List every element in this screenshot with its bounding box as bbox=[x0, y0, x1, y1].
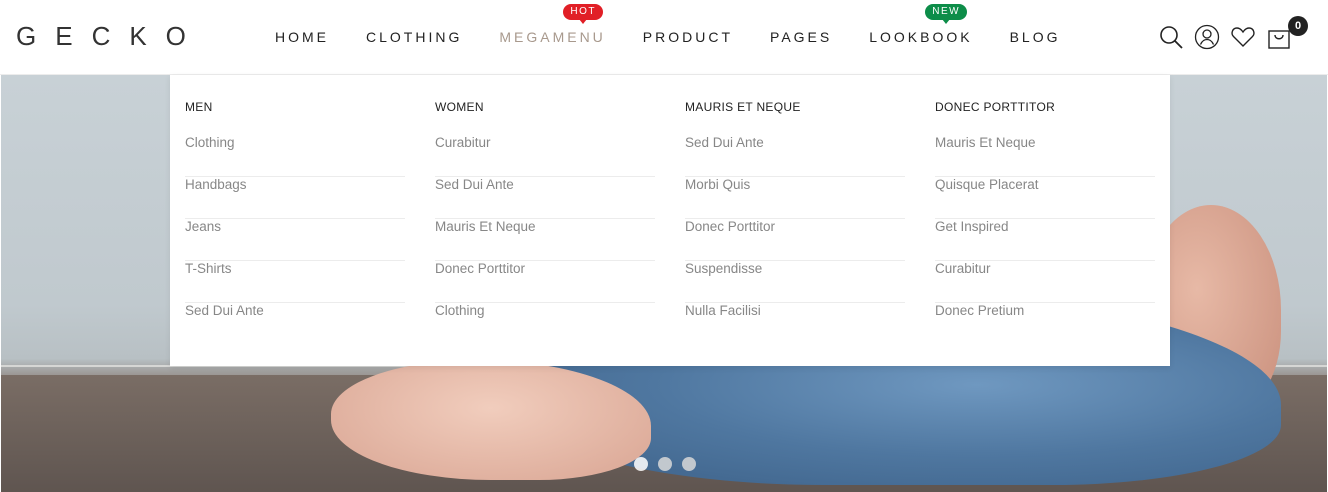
menu-link[interactable]: Get Inspired bbox=[935, 219, 1155, 261]
nav-blog-label: BLOG bbox=[1009, 29, 1061, 45]
menu-link[interactable]: Sed Dui Ante bbox=[685, 135, 905, 177]
menu-link[interactable]: Donec Porttitor bbox=[435, 261, 655, 303]
nav-blog[interactable]: BLOG bbox=[1010, 28, 1061, 48]
site-header: GECKO HOME CLOTHING MEGAMENU HOT PRODUCT… bbox=[0, 0, 1328, 75]
menu-link[interactable]: Clothing bbox=[185, 135, 405, 177]
megamenu-column-women: WOMEN Curabitur Sed Dui Ante Mauris Et N… bbox=[435, 99, 655, 345]
site-logo[interactable]: GECKO bbox=[16, 21, 205, 51]
column-links: Mauris Et Neque Quisque Placerat Get Ins… bbox=[935, 135, 1155, 345]
menu-link[interactable]: Curabitur bbox=[435, 135, 655, 177]
megamenu-dropdown: MEN Clothing Handbags Jeans T-Shirts Sed… bbox=[170, 75, 1170, 366]
nav-home[interactable]: HOME bbox=[275, 28, 329, 48]
column-links: Curabitur Sed Dui Ante Mauris Et Neque D… bbox=[435, 135, 655, 345]
menu-link[interactable]: Donec Porttitor bbox=[685, 219, 905, 261]
nav-home-label: HOME bbox=[275, 29, 329, 45]
main-nav: HOME CLOTHING MEGAMENU HOT PRODUCT PAGES… bbox=[275, 4, 1098, 48]
menu-link[interactable]: Nulla Facilisi bbox=[685, 303, 905, 345]
slider-dots bbox=[634, 457, 706, 471]
menu-link[interactable]: Mauris Et Neque bbox=[435, 219, 655, 261]
column-title: WOMEN bbox=[435, 100, 484, 114]
column-links: Clothing Handbags Jeans T-Shirts Sed Dui… bbox=[185, 135, 405, 345]
menu-link[interactable]: T-Shirts bbox=[185, 261, 405, 303]
new-badge: NEW bbox=[925, 4, 968, 24]
nav-pages-label: PAGES bbox=[770, 29, 833, 45]
nav-clothing[interactable]: CLOTHING bbox=[366, 28, 462, 48]
megamenu-column-donec: DONEC PORTTITOR Mauris Et Neque Quisque … bbox=[935, 99, 1155, 345]
cart-icon[interactable]: 0 bbox=[1266, 16, 1308, 50]
hot-badge: HOT bbox=[563, 4, 603, 24]
menu-link[interactable]: Curabitur bbox=[935, 261, 1155, 303]
user-icon[interactable] bbox=[1194, 24, 1220, 50]
nav-clothing-label: CLOTHING bbox=[366, 29, 463, 45]
menu-link[interactable]: Sed Dui Ante bbox=[435, 177, 655, 219]
nav-product-label: PRODUCT bbox=[642, 29, 734, 45]
nav-lookbook-label: LOOKBOOK bbox=[869, 29, 973, 45]
menu-link[interactable]: Jeans bbox=[185, 219, 405, 261]
nav-lookbook[interactable]: LOOKBOOK NEW bbox=[869, 4, 973, 48]
menu-link[interactable]: Quisque Placerat bbox=[935, 177, 1155, 219]
column-links: Sed Dui Ante Morbi Quis Donec Porttitor … bbox=[685, 135, 905, 345]
search-icon[interactable] bbox=[1158, 24, 1184, 50]
cart-count-badge: 0 bbox=[1288, 16, 1308, 36]
column-title: MAURIS ET NEQUE bbox=[685, 100, 801, 114]
slider-dot-1[interactable] bbox=[634, 457, 648, 471]
menu-link[interactable]: Sed Dui Ante bbox=[185, 303, 405, 345]
menu-link[interactable]: Donec Pretium bbox=[935, 303, 1155, 345]
menu-link[interactable]: Handbags bbox=[185, 177, 405, 219]
column-title: MEN bbox=[185, 100, 213, 114]
slider-dot-2[interactable] bbox=[658, 457, 672, 471]
heart-icon[interactable] bbox=[1230, 24, 1256, 50]
megamenu-column-men: MEN Clothing Handbags Jeans T-Shirts Sed… bbox=[185, 99, 405, 345]
nav-megamenu[interactable]: MEGAMENU HOT bbox=[499, 4, 606, 48]
header-icons: 0 bbox=[1158, 16, 1308, 52]
menu-link[interactable]: Suspendisse bbox=[685, 261, 905, 303]
menu-link[interactable]: Mauris Et Neque bbox=[935, 135, 1155, 177]
column-title: DONEC PORTTITOR bbox=[935, 100, 1056, 114]
nav-pages[interactable]: PAGES bbox=[770, 28, 832, 48]
megamenu-column-mauris: MAURIS ET NEQUE Sed Dui Ante Morbi Quis … bbox=[685, 99, 905, 345]
nav-megamenu-label: MEGAMENU bbox=[499, 29, 606, 45]
menu-link[interactable]: Clothing bbox=[435, 303, 655, 345]
nav-product[interactable]: PRODUCT bbox=[643, 28, 733, 48]
slider-dot-3[interactable] bbox=[682, 457, 696, 471]
menu-link[interactable]: Morbi Quis bbox=[685, 177, 905, 219]
